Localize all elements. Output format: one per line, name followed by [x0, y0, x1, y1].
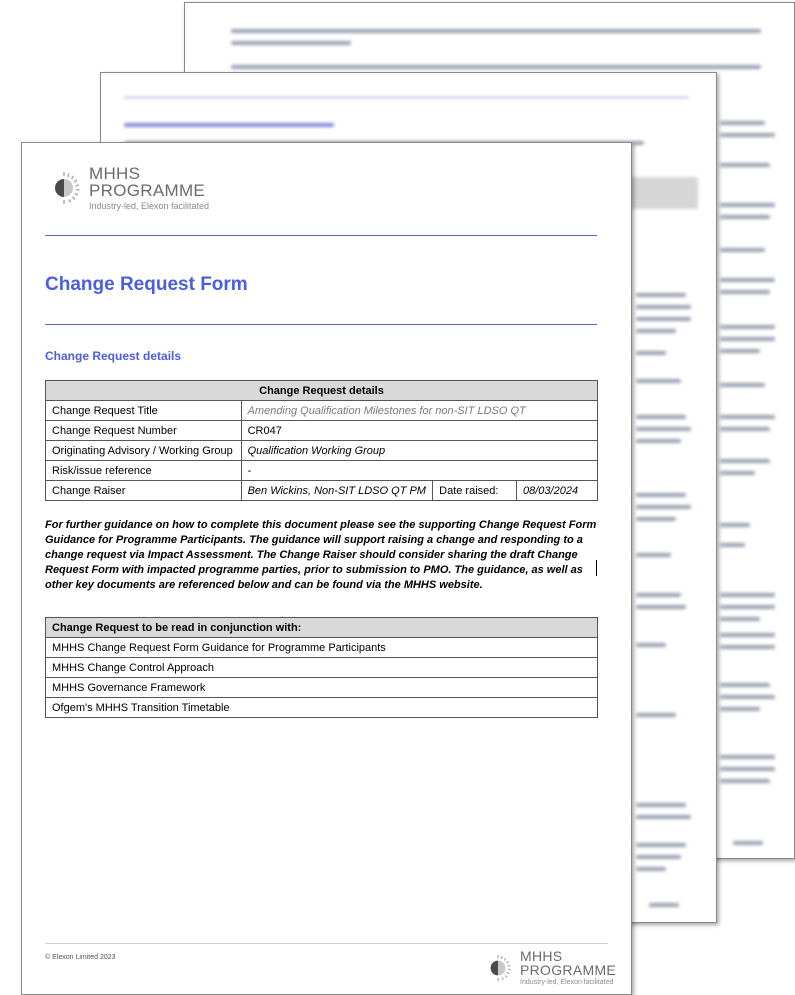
details-table: Change Request details Change Request Ti… — [45, 380, 599, 501]
table-header-row: Change Request details — [45, 380, 598, 401]
table-header: Change Request to be read in conjunction… — [45, 617, 598, 638]
logo-tagline: Industry-led, Elexon facilitated — [89, 201, 210, 211]
reference-doc: MHHS Change Request Form Guidance for Pr… — [45, 637, 598, 658]
table-header-row: Change Request to be read in conjunction… — [45, 617, 598, 638]
table-row: Risk/issue reference - — [45, 460, 599, 481]
reference-doc: MHHS Change Control Approach — [45, 657, 598, 678]
table-row: MHHS Governance Framework — [45, 677, 598, 698]
logo-line-1: MHHS — [89, 164, 141, 183]
date-raised-label: Date raised: — [432, 480, 518, 501]
originating-group-value: Qualification Working Group — [240, 440, 599, 461]
row-label: Change Request Number — [45, 420, 242, 441]
cr-title-value: Amending Qualification Milestones for no… — [240, 400, 599, 421]
conjunction-table: Change Request to be read in conjunction… — [45, 617, 598, 718]
logo-line-2: PROGRAMME — [89, 181, 206, 200]
row-label: Risk/issue reference — [45, 460, 242, 481]
row-label: Change Raiser — [45, 480, 242, 501]
change-raiser-value: Ben Wickins, Non-SIT LDSO QT PM — [240, 480, 434, 501]
table-row: MHHS Change Request Form Guidance for Pr… — [45, 637, 598, 658]
table-row: Change Request Title Amending Qualificat… — [45, 400, 599, 421]
date-raised-value: 08/03/2024 — [516, 480, 598, 501]
footer-mhhs-logo: MHHS PROGRAMME Industry-led, Elexon faci… — [484, 949, 616, 986]
half-sun-icon — [47, 171, 81, 205]
page-title: Change Request Form — [45, 274, 248, 295]
logo-line-2: PROGRAMME — [520, 962, 617, 978]
divider — [45, 324, 597, 325]
reference-doc: Ofgem's MHHS Transition Timetable — [45, 697, 598, 718]
footer-copyright: © Elexon Limited 2023 — [45, 954, 116, 961]
mhhs-logo: MHHS PROGRAMME Industry-led, Elexon faci… — [47, 165, 209, 211]
table-row: MHHS Change Control Approach — [45, 657, 598, 678]
section-heading: Change Request details — [45, 349, 182, 363]
footer-divider — [45, 943, 608, 944]
table-row: Change Raiser Ben Wickins, Non-SIT LDSO … — [45, 480, 598, 501]
table-row: Change Request Number CR047 — [45, 420, 599, 441]
guidance-text: For further guidance on how to complete … — [45, 519, 597, 591]
table-row: Ofgem's MHHS Transition Timetable — [45, 697, 598, 718]
logo-tagline: Industry-led, Elexon facilitated — [520, 979, 614, 986]
risk-reference-value: - — [240, 460, 599, 481]
cr-number-value: CR047 — [240, 420, 599, 441]
table-header: Change Request details — [45, 380, 598, 401]
logo-line-1: MHHS — [520, 948, 563, 964]
document-page: MHHS PROGRAMME Industry-led, Elexon faci… — [21, 142, 632, 995]
row-label: Originating Advisory / Working Group — [45, 440, 242, 461]
half-sun-icon — [484, 954, 512, 982]
reference-doc: MHHS Governance Framework — [45, 677, 598, 698]
table-row: Originating Advisory / Working Group Qua… — [45, 440, 599, 461]
divider — [45, 235, 597, 236]
row-label: Change Request Title — [45, 400, 242, 421]
text-cursor — [596, 560, 597, 576]
